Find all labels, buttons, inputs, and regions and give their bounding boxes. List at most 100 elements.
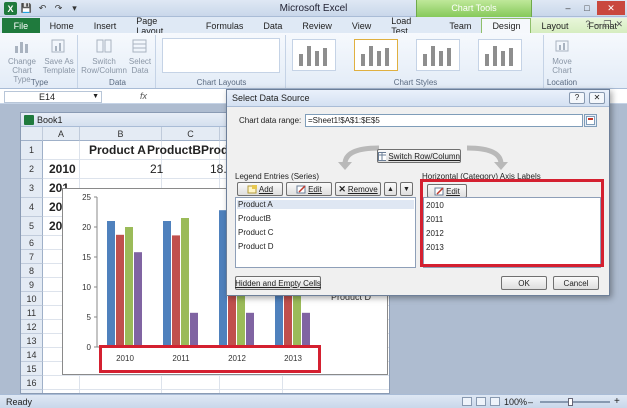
- column-header-b[interactable]: B: [80, 127, 162, 141]
- group-data-label: Data: [109, 78, 126, 87]
- grid-cell[interactable]: [283, 376, 389, 390]
- page-break-view-icon[interactable]: [490, 397, 500, 406]
- list-item[interactable]: ProductB: [238, 214, 271, 223]
- row-header-5[interactable]: 5: [21, 217, 43, 236]
- zoom-slider-handle[interactable]: [568, 398, 573, 406]
- grid-cell[interactable]: [162, 376, 220, 390]
- switch-row-column-button[interactable]: Switch Row/Column: [377, 149, 461, 163]
- add-icon: [247, 184, 257, 193]
- row-header-10[interactable]: 10: [21, 292, 43, 306]
- cancel-button[interactable]: Cancel: [553, 276, 599, 290]
- ribbon-close-button[interactable]: ✕: [615, 19, 623, 30]
- row-header-1[interactable]: 1: [21, 141, 43, 160]
- row-header-3[interactable]: 3: [21, 179, 43, 198]
- tab-review[interactable]: Review: [292, 18, 342, 33]
- chart-style-3[interactable]: [416, 39, 460, 71]
- chevron-down-icon[interactable]: ▼: [92, 92, 99, 102]
- edit-series-button[interactable]: Edit: [286, 182, 332, 196]
- tab-insert[interactable]: Insert: [84, 18, 127, 33]
- legend-entries-label: Legend Entries (Series): [235, 172, 320, 181]
- ribbon-minimize-button[interactable]: –: [594, 19, 599, 30]
- row-header-16[interactable]: 16: [21, 376, 43, 390]
- row-header-4[interactable]: 4: [21, 198, 43, 217]
- row-header-8[interactable]: 8: [21, 264, 43, 278]
- list-item[interactable]: 2012: [426, 229, 444, 238]
- row-header-14[interactable]: 14: [21, 348, 43, 362]
- ribbon-tabs: File Home Insert Page Layout Formulas Da…: [0, 16, 627, 36]
- change-chart-type-button[interactable]: Change Chart Type: [4, 37, 40, 84]
- zoom-level[interactable]: 100%: [504, 397, 527, 407]
- column-header-a[interactable]: A: [43, 127, 80, 141]
- axis-labels-list[interactable]: 2010 2011 2012 2013: [423, 197, 601, 268]
- select-all-corner[interactable]: [21, 127, 43, 141]
- row-header-9[interactable]: 9: [21, 278, 43, 292]
- zoom-slider[interactable]: [540, 401, 610, 403]
- ok-button[interactable]: OK: [501, 276, 547, 290]
- tab-file[interactable]: File: [2, 18, 40, 33]
- minimize-button[interactable]: –: [559, 1, 577, 15]
- list-item[interactable]: 2013: [426, 243, 444, 252]
- close-button[interactable]: ✕: [597, 1, 625, 15]
- grid-cell[interactable]: [43, 376, 80, 390]
- list-item[interactable]: 2011: [426, 215, 443, 224]
- group-chart-styles-label: Chart Styles: [393, 78, 438, 87]
- zoom-in-button[interactable]: +: [614, 396, 620, 407]
- tab-layout[interactable]: Layout: [531, 18, 579, 33]
- bar-product-c-2011: [181, 218, 189, 347]
- list-item[interactable]: Product A: [237, 200, 414, 209]
- list-item[interactable]: Product D: [238, 242, 274, 251]
- grid-cell[interactable]: [43, 141, 80, 160]
- legend-entries-list[interactable]: Product A ProductB Product C Product D: [235, 197, 416, 268]
- help-icon[interactable]: ?: [585, 19, 590, 30]
- list-item[interactable]: 2010: [426, 201, 444, 210]
- dialog-help-button[interactable]: ?: [569, 92, 585, 104]
- grid-cell[interactable]: [80, 376, 162, 390]
- collapse-range-icon[interactable]: [584, 114, 597, 127]
- normal-view-icon[interactable]: [462, 397, 472, 406]
- tab-view[interactable]: View: [342, 18, 381, 33]
- row-header-2[interactable]: 2: [21, 160, 43, 179]
- chart-data-range-input[interactable]: =Sheet1!$A$1:$E$5: [305, 114, 583, 127]
- move-down-button[interactable]: ▼: [400, 182, 413, 196]
- row-header-15[interactable]: 15: [21, 362, 43, 376]
- tab-team[interactable]: Team: [439, 18, 481, 33]
- tab-home[interactable]: Home: [40, 18, 84, 33]
- cell-b2: 21: [150, 162, 164, 176]
- chart-style-2[interactable]: [354, 39, 398, 71]
- group-type: Change Chart Type Save As Template Type: [2, 35, 78, 88]
- edit-axis-labels-button[interactable]: Edit: [427, 184, 467, 198]
- chart-layouts-gallery[interactable]: [162, 38, 280, 73]
- move-up-button[interactable]: ▲: [384, 182, 397, 196]
- dialog-close-button[interactable]: ✕: [589, 92, 605, 104]
- hidden-empty-cells-button[interactable]: Hidden and Empty Cells: [235, 276, 321, 290]
- grid-cell[interactable]: [220, 376, 283, 390]
- fx-icon[interactable]: fx: [140, 91, 147, 101]
- move-chart-button[interactable]: Move Chart: [548, 37, 576, 75]
- row-header-6[interactable]: 6: [21, 236, 43, 250]
- chart-style-1[interactable]: [292, 39, 336, 71]
- tab-design[interactable]: Design: [481, 18, 532, 33]
- tab-load-test[interactable]: Load Test: [381, 16, 439, 36]
- row-header-11[interactable]: 11: [21, 306, 43, 320]
- tab-data[interactable]: Data: [253, 18, 292, 33]
- page-layout-view-icon[interactable]: [476, 397, 486, 406]
- chart-data-range-label: Chart data range:: [239, 116, 302, 125]
- tab-page-layout[interactable]: Page Layout: [126, 16, 196, 36]
- name-box[interactable]: E14 ▼: [4, 91, 102, 103]
- tab-formulas[interactable]: Formulas: [196, 18, 254, 33]
- add-series-button[interactable]: Add: [237, 182, 283, 196]
- maximize-button[interactable]: □: [578, 1, 596, 15]
- chart-style-4[interactable]: [478, 39, 522, 71]
- column-header-c[interactable]: C: [162, 127, 220, 141]
- row-header-12[interactable]: 12: [21, 320, 43, 334]
- row-header-13[interactable]: 13: [21, 334, 43, 348]
- save-as-template-button[interactable]: Save As Template: [42, 37, 76, 75]
- select-data-ribbon-button[interactable]: Select Data: [126, 37, 154, 75]
- zoom-out-button[interactable]: –: [528, 397, 533, 407]
- row-header-7[interactable]: 7: [21, 250, 43, 264]
- remove-series-button[interactable]: ✕ Remove: [335, 182, 381, 196]
- ribbon-restore-button[interactable]: ❐: [603, 19, 611, 30]
- bar-product-d-2012: [246, 312, 254, 347]
- switch-row-column-ribbon-button[interactable]: Switch Row/Column: [81, 37, 127, 75]
- list-item[interactable]: Product C: [238, 228, 274, 237]
